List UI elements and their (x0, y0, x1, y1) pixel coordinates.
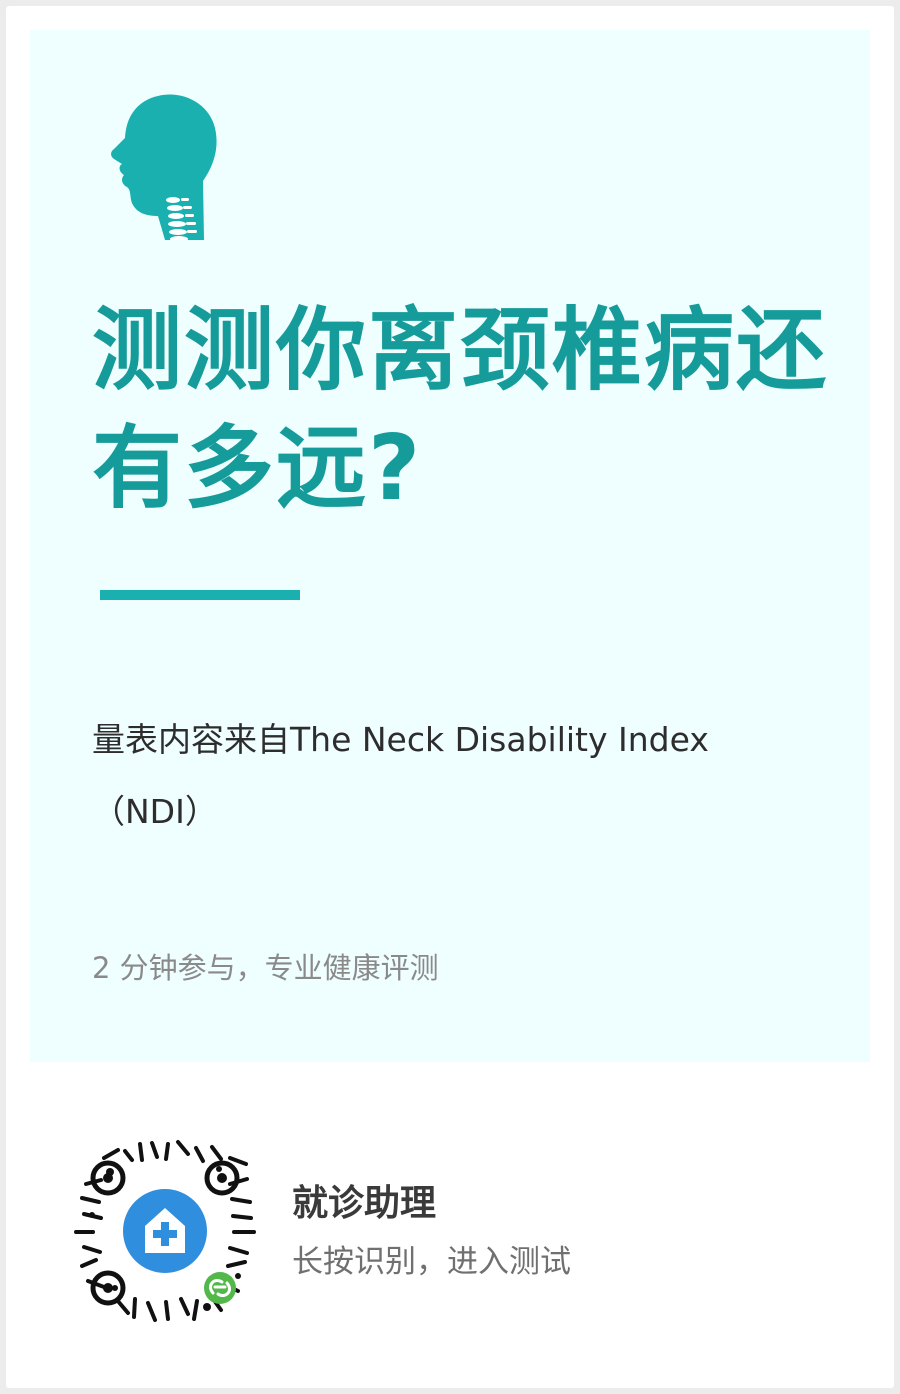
qr-instruction-text: 长按识别，进入测试 (292, 1244, 571, 1280)
test-duration-description: 2 分钟参与，专业健康评测 (92, 951, 439, 985)
title-divider (100, 590, 300, 600)
mini-program-qr-code[interactable] (70, 1136, 260, 1326)
assistant-name: 就诊助理 (292, 1183, 437, 1224)
share-card: 测测你离颈椎病还有多远? 量表内容来自The Neck Disability I… (6, 6, 894, 1388)
scale-source-text: 量表内容来自The Neck Disability Index（NDI） (92, 720, 709, 831)
neck-disability-test-banner: 测测你离颈椎病还有多远? 量表内容来自The Neck Disability I… (30, 30, 870, 1062)
page-title: 测测你离颈椎病还有多远? (92, 298, 828, 521)
mini-program-footer: 就诊助理 长按识别，进入测试 (6, 1106, 894, 1326)
head-spine-icon (111, 94, 217, 240)
